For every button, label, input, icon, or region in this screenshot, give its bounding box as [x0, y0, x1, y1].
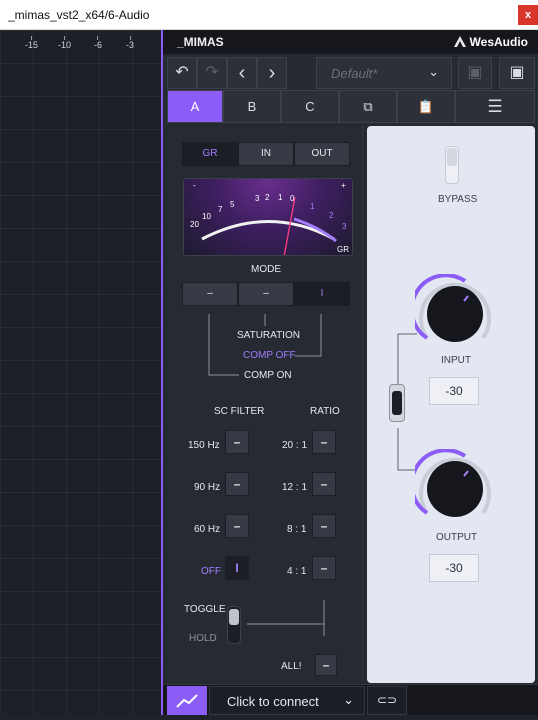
menu-button[interactable]: ☰ [455, 90, 535, 123]
all-button[interactable]: – [315, 654, 337, 676]
tab-c[interactable]: C [281, 90, 339, 123]
mode-option-saturation: SATURATION [237, 330, 300, 341]
sc-filter-title: SC FILTER [214, 406, 265, 417]
ruler-tick: -15 [25, 40, 39, 50]
hold-label: HOLD [189, 633, 217, 644]
connect-label: Click to connect [227, 694, 319, 709]
input-knob[interactable] [409, 273, 495, 354]
ratio-button[interactable]: – [312, 472, 336, 496]
sc-filter-value: 60 Hz [194, 524, 221, 535]
prev-preset-button[interactable]: ‹ [227, 57, 257, 89]
input-value-field[interactable]: -30 [429, 377, 479, 405]
toggle-hold-switch[interactable] [227, 606, 241, 644]
copy-icon: ⧉ [363, 99, 373, 114]
sc-filter-value: OFF [201, 566, 221, 577]
save-button[interactable]: ▣ [458, 57, 492, 89]
gain-panel: BYPASS INPUT -30 OUTPUT -30 [367, 126, 535, 683]
preset-name: Default* [331, 66, 378, 81]
sc-filter-button[interactable]: – [225, 430, 249, 454]
plugin-window: _MIMAS WesAudio ↶ ↷ ‹ › Default* ⌄ ▣ ▣ A… [163, 30, 538, 715]
ratio-button[interactable]: – [312, 556, 336, 580]
ratio-button[interactable]: – [312, 430, 336, 454]
mode-connector-lines [208, 314, 322, 376]
chevron-left-icon: ‹ [238, 62, 246, 84]
connect-select[interactable]: Click to connect ⌄ [209, 686, 365, 715]
bottom-bar: Click to connect ⌄ ⊂⊃ [163, 684, 538, 715]
sc-filter-button[interactable]: I [225, 556, 249, 580]
paste-icon: 📋 [417, 99, 435, 114]
ruler-tick: -6 [94, 40, 103, 50]
window-titlebar: _mimas_vst2_x64/6-Audio x [0, 0, 538, 30]
ratio-value: 4 : 1 [287, 566, 307, 577]
link-switch[interactable] [389, 384, 405, 422]
link-switch-thumb [392, 391, 402, 415]
toggle-label: TOGGLE [184, 604, 226, 615]
wesaudio-logo-icon [454, 36, 467, 47]
toggle-connector-lines [247, 600, 325, 636]
sc-filter-button[interactable]: – [225, 472, 249, 496]
mode-option-comp-on: COMP ON [244, 370, 292, 381]
link-button[interactable]: ⊂⊃ [367, 686, 407, 715]
undo-button[interactable]: ↶ [167, 57, 197, 89]
ruler-tick: -3 [126, 40, 135, 50]
sc-filter-value: 90 Hz [194, 482, 221, 493]
plugin-header: _MIMAS WesAudio [163, 30, 538, 54]
output-knob-graphic [409, 448, 491, 517]
bypass-label: BYPASS [438, 194, 478, 205]
all-label: ALL! [281, 661, 302, 672]
chevron-right-icon: › [268, 62, 276, 84]
compressor-panel: GR IN OUT 20 10 7 5 3 2 1 0 1 2 3 - + GR [167, 126, 363, 681]
redo-icon: ↷ [205, 64, 219, 81]
ratio-value: 12 : 1 [282, 482, 308, 493]
tab-b[interactable]: B [223, 90, 281, 123]
output-label: OUTPUT [436, 532, 478, 543]
window-title: _mimas_vst2_x64/6-Audio [8, 8, 150, 22]
brand-name: WesAudio [469, 35, 528, 49]
level-ruler: -15 -10 -6 -3 [0, 30, 162, 715]
bypass-switch-thumb [447, 148, 457, 166]
input-label: INPUT [441, 355, 471, 366]
copy-button[interactable]: ⧉ [339, 90, 397, 123]
mode-option-comp-off: COMP OFF [243, 350, 296, 361]
bypass-switch[interactable] [445, 146, 459, 184]
paste-button[interactable]: 📋 [397, 90, 455, 123]
ratio-title: RATIO [310, 406, 340, 417]
link-icon: ⊂⊃ [376, 693, 398, 707]
toggle-switch-thumb [229, 609, 239, 625]
plugin-name: _MIMAS [177, 35, 224, 49]
menu-icon: ☰ [487, 97, 503, 116]
tab-a[interactable]: A [167, 90, 223, 123]
output-knob[interactable] [409, 448, 495, 529]
ratio-value: 8 : 1 [287, 524, 307, 535]
preset-select[interactable]: Default* ⌄ [316, 57, 452, 89]
redo-button[interactable]: ↷ [197, 57, 227, 89]
sc-filter-value: 150 Hz [188, 440, 220, 451]
analyzer-button[interactable] [167, 686, 207, 715]
graph-icon [176, 694, 198, 708]
input-knob-graphic [409, 273, 491, 342]
chevron-down-icon: ⌄ [428, 64, 439, 79]
ratio-value: 20 : 1 [282, 440, 308, 451]
undo-icon: ↶ [175, 64, 189, 81]
save-icon: ▣ [467, 64, 483, 81]
brand-logo: WesAudio [454, 35, 528, 49]
next-preset-button[interactable]: › [257, 57, 287, 89]
save-as-button[interactable]: ▣ [499, 57, 535, 89]
chevron-down-icon: ⌄ [343, 692, 354, 707]
ruler-tick: -10 [58, 40, 72, 50]
output-value-field[interactable]: -30 [429, 554, 479, 582]
sc-filter-button[interactable]: – [225, 514, 249, 538]
ratio-button[interactable]: – [312, 514, 336, 538]
close-button[interactable]: x [518, 5, 538, 25]
save-as-icon: ▣ [509, 64, 525, 81]
